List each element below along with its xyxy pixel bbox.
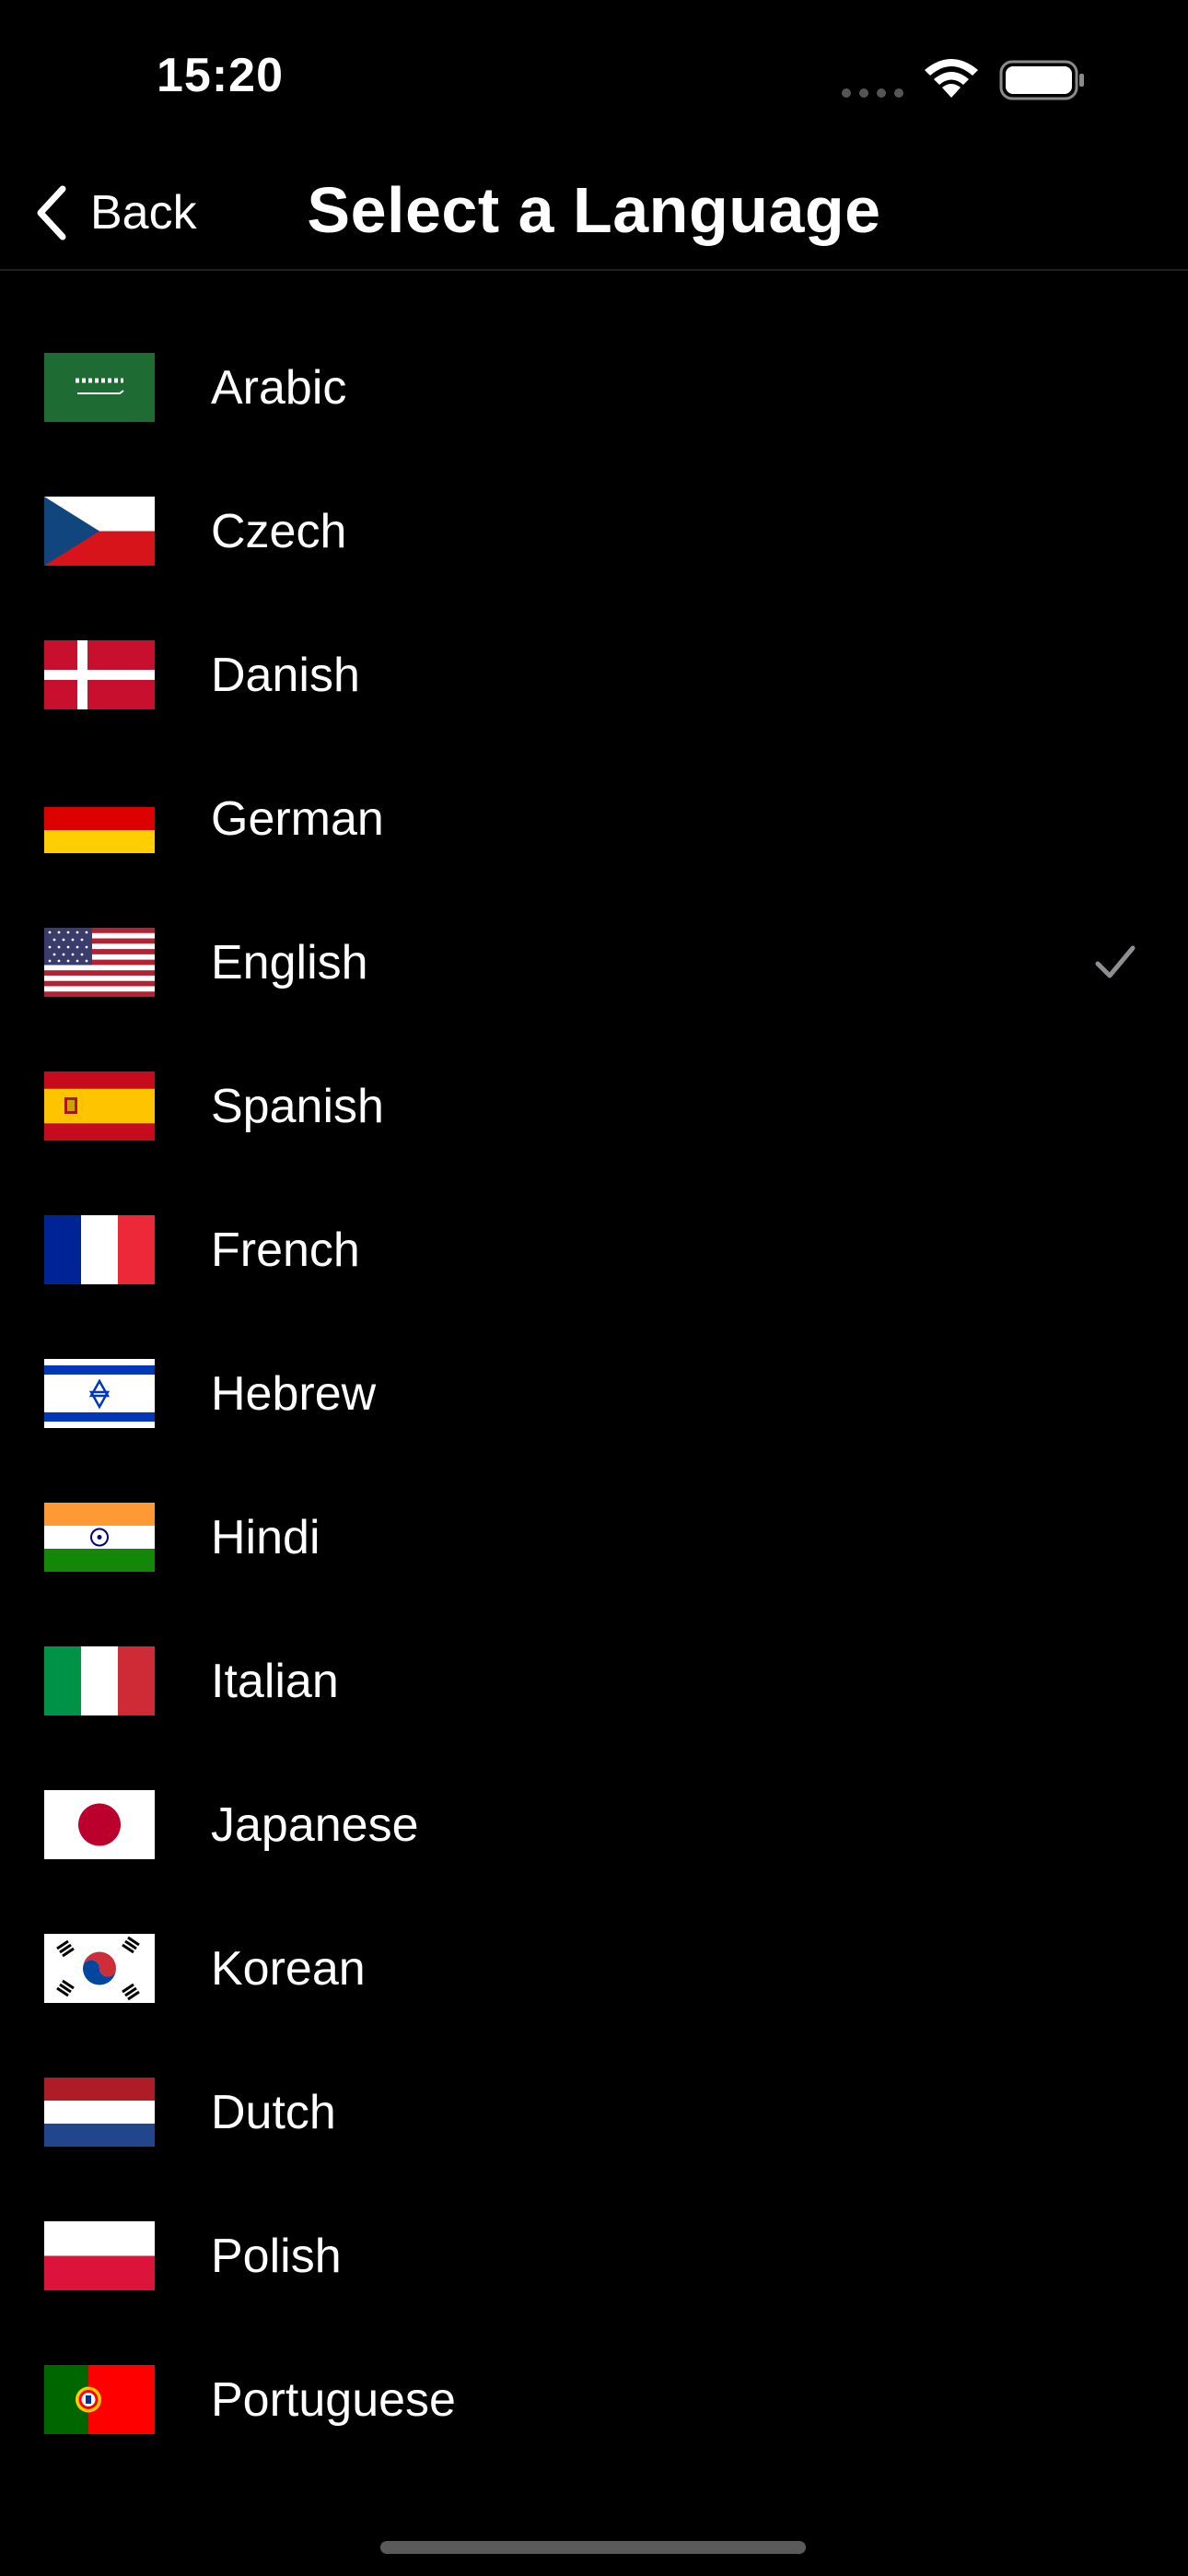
polish-flag-icon [44,2221,155,2290]
language-row-danish[interactable]: Danish [0,603,1188,747]
language-label: Hindi [211,1511,320,1564]
language-label: Danish [211,649,360,702]
page-title: Select a Language [307,174,881,246]
navigation-bar: Back Select a Language [0,157,1188,271]
portuguese-flag-icon [44,2365,155,2434]
language-label: English [211,936,368,989]
korean-flag-icon [44,1934,155,2003]
language-row-polish[interactable]: Polish [0,2184,1188,2328]
language-list: Arabic Czech Danish German English Spani… [0,316,1188,2472]
danish-flag-icon [44,640,155,709]
dutch-flag-icon [44,2078,155,2147]
language-label: French [211,1224,360,1277]
language-label: Hebrew [211,1367,377,1421]
language-row-french[interactable]: French [0,1178,1188,1322]
language-row-korean[interactable]: Korean [0,1897,1188,2041]
german-flag-icon [44,784,155,853]
wifi-icon [925,59,978,98]
language-row-english[interactable]: English [0,891,1188,1035]
language-row-portuguese[interactable]: Portuguese [0,2328,1188,2472]
japanese-flag-icon [44,1790,155,1859]
language-row-german[interactable]: German [0,747,1188,891]
language-row-hebrew[interactable]: Hebrew [0,1322,1188,1466]
battery-icon [999,60,1084,100]
czech-flag-icon [44,497,155,566]
language-label: Italian [211,1655,339,1708]
language-row-spanish[interactable]: Spanish [0,1035,1188,1178]
checkmark-icon [1095,945,1136,978]
language-label: Dutch [211,2086,336,2139]
language-row-dutch[interactable]: Dutch [0,2041,1188,2184]
status-time: 15:20 [157,49,284,102]
language-row-hindi[interactable]: Hindi [0,1466,1188,1610]
language-label: German [211,792,384,846]
language-row-italian[interactable]: Italian [0,1610,1188,1753]
language-label: Korean [211,1942,366,1996]
language-label: Portuguese [211,2373,456,2427]
french-flag-icon [44,1215,155,1284]
home-indicator[interactable] [380,2541,806,2554]
language-label: Polish [211,2230,342,2283]
cellular-signal-icon [842,88,903,98]
status-bar: 15:20 [0,0,1188,157]
language-label: Arabic [211,361,347,415]
language-label: Japanese [211,1798,419,1852]
language-row-czech[interactable]: Czech [0,460,1188,603]
spanish-flag-icon [44,1071,155,1141]
indian-flag-icon [44,1503,155,1572]
language-row-arabic[interactable]: Arabic [0,316,1188,460]
language-label: Spanish [211,1080,384,1133]
israeli-flag-icon [44,1359,155,1428]
italian-flag-icon [44,1646,155,1715]
language-row-japanese[interactable]: Japanese [0,1753,1188,1897]
us-flag-icon [44,928,155,997]
language-label: Czech [211,505,347,558]
saudi-arabia-flag-icon [44,353,155,422]
